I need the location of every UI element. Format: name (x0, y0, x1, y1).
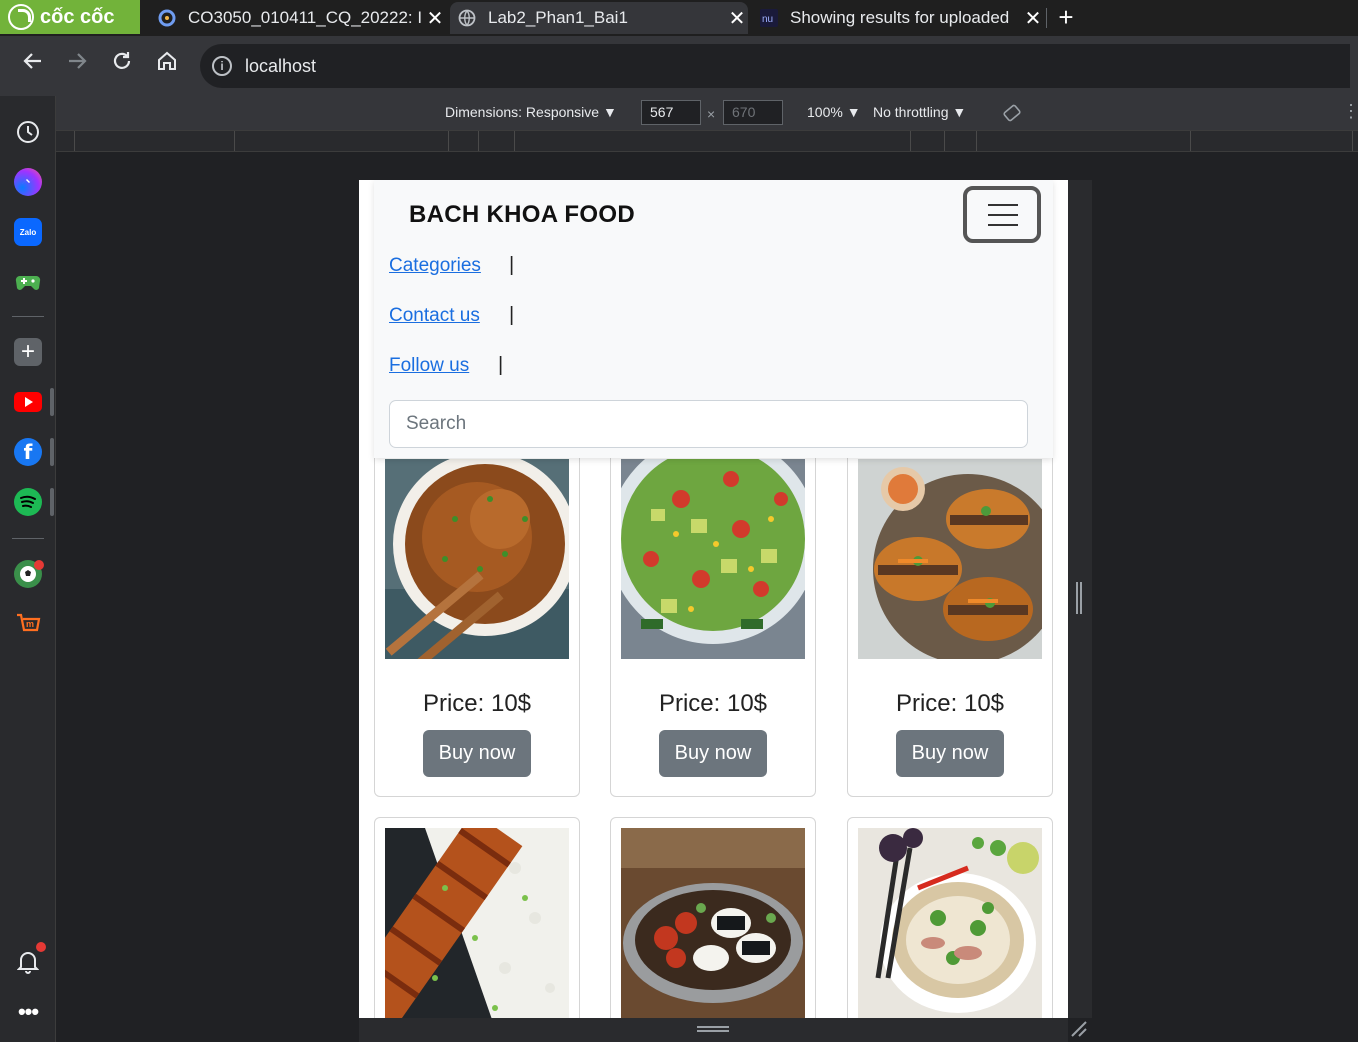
product-card (847, 817, 1053, 1018)
product-card (374, 817, 580, 1018)
tab-strip: cốc cốc CO3050_010411_CQ_20222: I ✕ Lab2… (0, 0, 1358, 36)
zoom-dropdown[interactable]: 100% ▼ (807, 104, 861, 120)
tab-co3050[interactable]: CO3050_010411_CQ_20222: I ✕ (150, 2, 446, 34)
sidebar-divider (12, 316, 44, 317)
nav-separator: | (509, 254, 515, 276)
buy-now-button[interactable]: Buy now (423, 730, 531, 777)
arrow-left-icon (23, 53, 41, 69)
tab-lab2[interactable]: Lab2_Phan1_Bai1 ✕ (450, 2, 748, 34)
tab-results[interactable]: nu Showing results for uploaded ✕ (752, 2, 1044, 34)
svg-text:m: m (26, 619, 34, 629)
bell-icon[interactable] (14, 948, 42, 976)
resize-corner-icon[interactable] (1070, 1020, 1088, 1038)
buy-now-button[interactable]: Buy now (896, 730, 1004, 777)
nav-link-contact[interactable]: Contact us (389, 305, 480, 327)
forward-button[interactable] (60, 48, 94, 82)
product-price: Price: 10$ (422, 690, 532, 717)
pinned-indicator (50, 388, 54, 416)
hamburger-icon-bar (988, 224, 1018, 226)
new-tab-button[interactable]: + (1052, 2, 1080, 32)
coccoc-menu-button[interactable]: cốc cốc (0, 0, 140, 34)
media-query-ruler (56, 130, 1358, 152)
address-bar[interactable]: i localhost (200, 44, 1350, 88)
notification-dot (36, 942, 46, 952)
height-input[interactable]: 670 (723, 100, 783, 125)
device-toolbar: Dimensions: Responsive ▼ 567 × 670 100% … (56, 96, 1358, 130)
zalo-icon[interactable]: Zalo (14, 218, 42, 246)
product-card: Price: 10$ Buy now (610, 420, 816, 797)
food-image-salad (621, 459, 805, 659)
product-card (610, 817, 816, 1018)
site-navbar: BACH KHOA FOOD Categories | Contact us |… (374, 180, 1053, 458)
sidebar-divider (12, 538, 44, 539)
rotate-icon[interactable] (1002, 103, 1022, 123)
notification-dot (34, 560, 44, 570)
address-url: localhost (245, 55, 317, 76)
youtube-icon[interactable] (14, 388, 42, 416)
pinned-indicator (50, 488, 54, 516)
product-price: Price: 10$ (895, 690, 1005, 717)
nu-site-icon: nu (760, 9, 778, 27)
navbar-toggler[interactable] (963, 186, 1041, 243)
hamburger-icon-bar (988, 214, 1018, 216)
close-tab-icon[interactable]: ✕ (1022, 6, 1044, 31)
reload-button[interactable] (105, 48, 139, 82)
resize-handle-right[interactable] (1068, 180, 1092, 1018)
home-button[interactable] (150, 48, 184, 82)
more-options-icon[interactable]: ⋮ (1342, 100, 1358, 122)
resize-handle-bottom[interactable] (359, 1018, 1068, 1042)
food-image-banh-mi (858, 459, 1042, 659)
hamburger-icon (988, 204, 1018, 206)
width-input[interactable]: 567 (641, 100, 701, 125)
nav-separator: | (509, 304, 515, 326)
site-info-icon[interactable]: i (212, 56, 232, 76)
browser-toolbar: i localhost (0, 36, 1358, 96)
tab-divider (1046, 8, 1047, 28)
globe-icon (458, 9, 476, 27)
messenger-icon[interactable] (14, 168, 42, 196)
back-button[interactable] (16, 48, 50, 82)
product-card: Price: 10$ Buy now (374, 420, 580, 797)
coccoc-logo-icon (8, 4, 34, 30)
history-icon[interactable] (14, 118, 42, 146)
food-image-chicken-rice (385, 828, 569, 1018)
add-sidebar-item-icon[interactable]: + (14, 338, 42, 366)
svg-text:nu: nu (762, 14, 773, 25)
throttling-dropdown[interactable]: No throttling ▼ (873, 104, 966, 120)
product-price: Price: 10$ (658, 690, 768, 717)
tab-title: Lab2_Phan1_Bai1 (488, 8, 628, 27)
food-image-bento (621, 828, 805, 1018)
reload-icon (113, 52, 131, 69)
nav-separator: | (498, 354, 504, 376)
dimensions-dropdown[interactable]: Dimensions: Responsive ▼ (445, 104, 617, 120)
game-controller-icon[interactable] (14, 268, 42, 296)
dimension-times: × (707, 106, 716, 122)
home-icon (158, 51, 176, 70)
shopping-basket-icon[interactable]: m (14, 610, 42, 638)
food-image-noodles (385, 459, 569, 659)
browser-sidebar: Zalo + f m ••• (0, 96, 56, 1042)
spotify-icon[interactable] (14, 488, 42, 516)
tab-title: CO3050_010411_CQ_20222: I (188, 8, 423, 27)
food-image-pho (858, 828, 1042, 1018)
nav-link-follow[interactable]: Follow us (389, 355, 469, 377)
tab-title: Showing results for uploaded (790, 8, 1010, 27)
brand-name: cốc cốc (40, 5, 115, 28)
close-tab-icon[interactable]: ✕ (726, 6, 748, 31)
page-viewport: BACH KHOA FOOD Categories | Contact us |… (359, 180, 1068, 1018)
buy-now-button[interactable]: Buy now (659, 730, 767, 777)
moodle-icon (158, 9, 176, 27)
search-input[interactable] (389, 400, 1028, 448)
facebook-icon[interactable]: f (14, 438, 42, 466)
site-brand[interactable]: BACH KHOA FOOD (409, 201, 635, 229)
more-icon[interactable]: ••• (14, 998, 42, 1026)
close-tab-icon[interactable]: ✕ (424, 6, 446, 31)
arrow-right-icon (69, 53, 87, 69)
product-card: Price: 10$ Buy now (847, 420, 1053, 797)
pinned-indicator (50, 438, 54, 466)
nav-link-categories[interactable]: Categories (389, 255, 481, 277)
